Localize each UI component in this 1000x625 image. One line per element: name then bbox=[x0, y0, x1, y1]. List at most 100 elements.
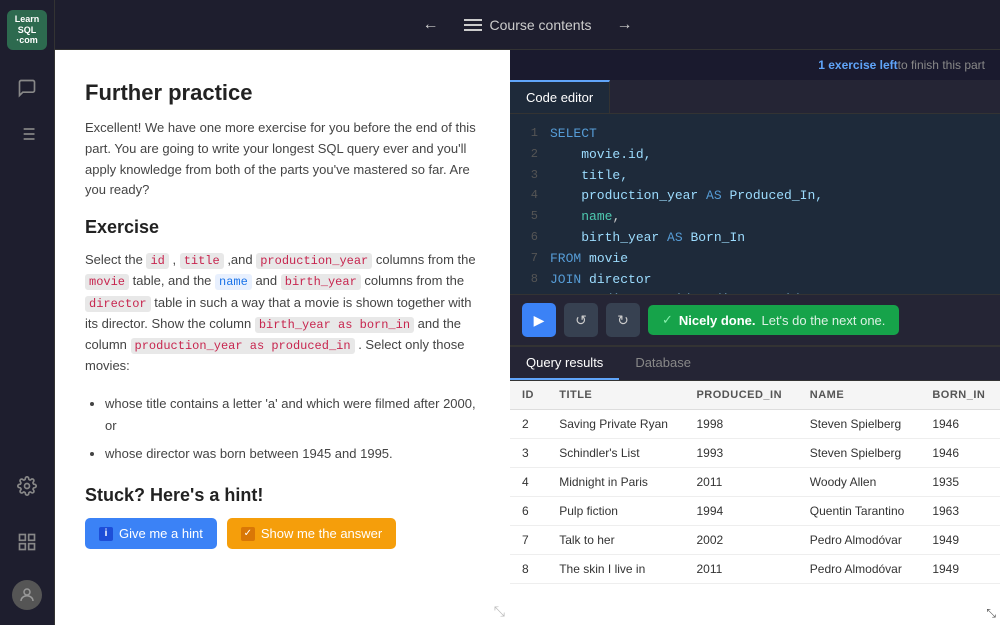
query-results-tab[interactable]: Query results bbox=[510, 347, 619, 380]
table-header: Born_In bbox=[920, 381, 1000, 410]
avatar[interactable] bbox=[12, 580, 42, 610]
table-cell: Schindler's List bbox=[547, 439, 684, 468]
bullet-list: whose title contains a letter 'a' and wh… bbox=[105, 393, 480, 465]
bullet-item-1: whose title contains a letter 'a' and wh… bbox=[105, 393, 480, 437]
give-hint-label: Give me a hint bbox=[119, 526, 203, 541]
table-cell: Woody Allen bbox=[798, 468, 921, 497]
table-header: TITLE bbox=[547, 381, 684, 410]
redo-button[interactable]: ↻ bbox=[606, 303, 640, 337]
resize-handle[interactable]: ⤡ bbox=[494, 603, 505, 620]
results-table: IDTITLEProduced_InNAMEBorn_In2Saving Pri… bbox=[510, 381, 1000, 584]
code-production-year-as: production_year as produced_in bbox=[131, 338, 355, 354]
answer-check-icon: ✓ bbox=[241, 527, 255, 541]
table-cell: Midnight in Paris bbox=[547, 468, 684, 497]
table-cell: Talk to her bbox=[547, 526, 684, 555]
results-table-wrapper: IDTITLEProduced_InNAMEBorn_In2Saving Pri… bbox=[510, 381, 1000, 625]
table-cell: 2 bbox=[510, 410, 547, 439]
results-tab-bar: Query results Database bbox=[510, 347, 1000, 381]
code-line: 8JOIN director bbox=[510, 270, 1000, 291]
code-area[interactable]: 1SELECT2 movie.id,3 title,4 production_y… bbox=[510, 114, 1000, 294]
resize-br[interactable]: ⤡ bbox=[986, 606, 996, 621]
chat-icon[interactable] bbox=[9, 70, 45, 106]
line-number: 3 bbox=[520, 166, 550, 187]
code-editor-tab[interactable]: Code editor bbox=[510, 80, 610, 113]
table-cell: Saving Private Ryan bbox=[547, 410, 684, 439]
table-cell: 1946 bbox=[920, 439, 1000, 468]
bullet-item-2: whose director was born between 1945 and… bbox=[105, 443, 480, 465]
line-content: movie.id, bbox=[550, 145, 651, 166]
run-button[interactable]: ▶ bbox=[522, 303, 556, 337]
table-row: 4Midnight in Paris2011Woody Allen1935 bbox=[510, 468, 1000, 497]
exercise-suffix: to finish this part bbox=[898, 58, 985, 72]
table-cell: 1994 bbox=[684, 497, 797, 526]
redo-icon: ↻ bbox=[617, 312, 629, 329]
line-number: 2 bbox=[520, 145, 550, 166]
editor-tab-bar: Code editor bbox=[510, 80, 1000, 114]
hint-section: Stuck? Here's a hint! i Give me a hint ✓… bbox=[85, 485, 480, 549]
table-cell: 1949 bbox=[920, 526, 1000, 555]
table-row: 3Schindler's List1993Steven Spielberg194… bbox=[510, 439, 1000, 468]
table-row: 7Talk to her2002Pedro Almodóvar1949 bbox=[510, 526, 1000, 555]
table-cell: 2002 bbox=[684, 526, 797, 555]
success-check: ✓ bbox=[662, 312, 673, 328]
top-nav: ← Course contents → bbox=[55, 0, 1000, 50]
table-cell: 4 bbox=[510, 468, 547, 497]
show-answer-button[interactable]: ✓ Show me the answer bbox=[227, 518, 396, 549]
line-number: 7 bbox=[520, 249, 550, 270]
success-next: Let's do the next one. bbox=[761, 313, 885, 328]
nav-title: Course contents bbox=[464, 17, 592, 33]
hint-buttons: i Give me a hint ✓ Show me the answer bbox=[85, 518, 480, 549]
table-cell: 2011 bbox=[684, 468, 797, 497]
table-cell: 1946 bbox=[920, 410, 1000, 439]
back-button[interactable]: ← bbox=[418, 11, 444, 39]
code-director: director bbox=[85, 296, 151, 312]
menu-icon bbox=[464, 19, 482, 31]
code-id: id bbox=[146, 253, 168, 269]
code-line: 3 title, bbox=[510, 166, 1000, 187]
table-cell: The skin I live in bbox=[547, 555, 684, 584]
table-cell: Steven Spielberg bbox=[798, 410, 921, 439]
table-cell: Quentin Tarantino bbox=[798, 497, 921, 526]
exercise-counter: 1 exercise left to finish this part bbox=[510, 50, 1000, 80]
exercise-count: 1 exercise left bbox=[818, 58, 897, 72]
table-cell: 1949 bbox=[920, 555, 1000, 584]
intro-text: Excellent! We have one more exercise for… bbox=[85, 118, 480, 201]
table-cell: Pedro Almodóvar bbox=[798, 526, 921, 555]
sidebar: Learn SQL ·com bbox=[0, 0, 55, 625]
code-movie: movie bbox=[85, 274, 129, 290]
settings-icon[interactable] bbox=[9, 468, 45, 504]
code-line: 5 name, bbox=[510, 207, 1000, 228]
forward-button[interactable]: → bbox=[611, 11, 637, 39]
code-line: 1SELECT bbox=[510, 124, 1000, 145]
show-answer-label: Show me the answer bbox=[261, 526, 382, 541]
results-section: Query results Database IDTITLEProduced_I… bbox=[510, 345, 1000, 625]
line-content: FROM movie bbox=[550, 249, 628, 270]
table-cell: Pulp fiction bbox=[547, 497, 684, 526]
line-number: 8 bbox=[520, 270, 550, 291]
list-icon[interactable] bbox=[9, 116, 45, 152]
line-number: 4 bbox=[520, 186, 550, 207]
undo-button[interactable]: ↺ bbox=[564, 303, 598, 337]
table-cell: 8 bbox=[510, 555, 547, 584]
code-production-year: production_year bbox=[256, 253, 372, 269]
line-number: 6 bbox=[520, 228, 550, 249]
give-hint-button[interactable]: i Give me a hint bbox=[85, 518, 217, 549]
code-line: 6 birth_year AS Born_In bbox=[510, 228, 1000, 249]
table-cell: 3 bbox=[510, 439, 547, 468]
line-content: production_year AS Produced_In, bbox=[550, 186, 823, 207]
table-cell: 1998 bbox=[684, 410, 797, 439]
main-content: ← Course contents → Further practice Exc… bbox=[55, 0, 1000, 625]
table-cell: 7 bbox=[510, 526, 547, 555]
code-name: name bbox=[215, 274, 252, 290]
code-editor-section: Code editor 1SELECT2 movie.id,3 title,4 … bbox=[510, 80, 1000, 345]
code-birth-year: birth_year bbox=[281, 274, 361, 290]
database-tab[interactable]: Database bbox=[619, 347, 707, 380]
grid-icon[interactable] bbox=[9, 524, 45, 560]
line-content: birth_year AS Born_In bbox=[550, 228, 745, 249]
table-header: NAME bbox=[798, 381, 921, 410]
table-header: ID bbox=[510, 381, 547, 410]
success-message: ✓ Nicely done. Let's do the next one. bbox=[648, 305, 899, 335]
line-content: name, bbox=[550, 207, 620, 228]
line-content: JOIN director bbox=[550, 270, 651, 291]
run-icon: ▶ bbox=[534, 312, 545, 329]
